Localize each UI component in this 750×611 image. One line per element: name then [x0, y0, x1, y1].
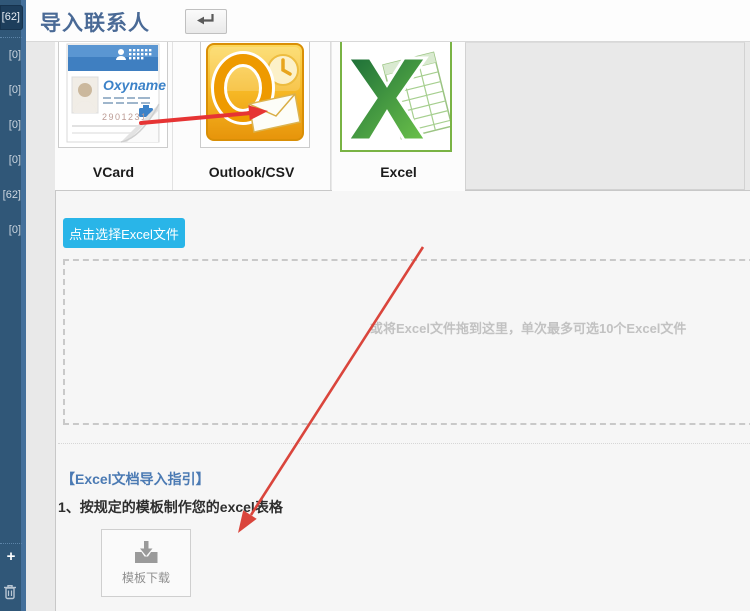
add-group-button[interactable]: +: [0, 548, 22, 566]
sidebar-item-group[interactable]: [0]: [0, 47, 21, 63]
download-tray-icon: [133, 541, 159, 564]
import-contacts-page: [62] [0] [0] [0] [0] [62] [0] + 导入联系人: [0, 0, 750, 611]
vcard-name-text: Oxyname: [103, 77, 166, 93]
tabstrip-empty-area: [465, 42, 745, 190]
dropzone-hint-text: 或将Excel文件拖到这里，单次最多可选10个Excel文件: [370, 318, 686, 337]
sidebar-item-group[interactable]: [0]: [0, 222, 21, 238]
excel-dropzone[interactable]: 或将Excel文件拖到这里，单次最多可选10个Excel文件: [63, 259, 750, 425]
page-header: 导入联系人: [26, 0, 750, 42]
tab-excel-selected[interactable]: Excel: [332, 42, 465, 191]
tab-vcard[interactable]: Oxyname 290123123 VCard: [55, 42, 173, 190]
tab-vcard-label: VCard: [55, 164, 172, 180]
trash-icon[interactable]: [3, 584, 17, 600]
guide-step-1: 1、按规定的模板制作您的excel表格: [58, 497, 283, 517]
sidebar-scroll-strip: [21, 0, 26, 611]
select-excel-file-button[interactable]: 点击选择Excel文件: [63, 218, 185, 248]
template-download-button[interactable]: 模板下载: [101, 529, 191, 597]
tab-outlook-csv[interactable]: Outlook/CSV: [173, 42, 331, 190]
section-divider: [58, 443, 750, 444]
sidebar-item-group[interactable]: [0]: [0, 152, 21, 168]
excel-icon[interactable]: [340, 42, 452, 152]
sidebar-item-group[interactable]: [62]: [0, 187, 21, 203]
sidebar-divider: [0, 37, 22, 38]
outlook-icon[interactable]: [200, 42, 310, 148]
excel-import-panel: 点击选择Excel文件 或将Excel文件拖到这里，单次最多可选10个Excel…: [55, 190, 750, 611]
back-button[interactable]: [185, 9, 227, 34]
template-download-label: 模板下载: [122, 569, 170, 586]
sidebar-divider: [0, 543, 22, 544]
return-arrow-icon: [196, 12, 216, 32]
guide-title: 【Excel文档导入指引】: [61, 469, 210, 489]
sidebar-item-group[interactable]: [0]: [0, 117, 21, 133]
sidebar: [62] [0] [0] [0] [0] [62] [0] +: [0, 0, 26, 611]
tab-outlook-label: Outlook/CSV: [173, 164, 330, 180]
vcard-icon[interactable]: Oxyname 290123123: [58, 42, 168, 148]
sidebar-item-group[interactable]: [0]: [0, 82, 21, 98]
page-title: 导入联系人: [40, 7, 150, 37]
tab-excel-label: Excel: [332, 164, 465, 180]
sidebar-item-group-selected[interactable]: [62]: [0, 5, 23, 30]
